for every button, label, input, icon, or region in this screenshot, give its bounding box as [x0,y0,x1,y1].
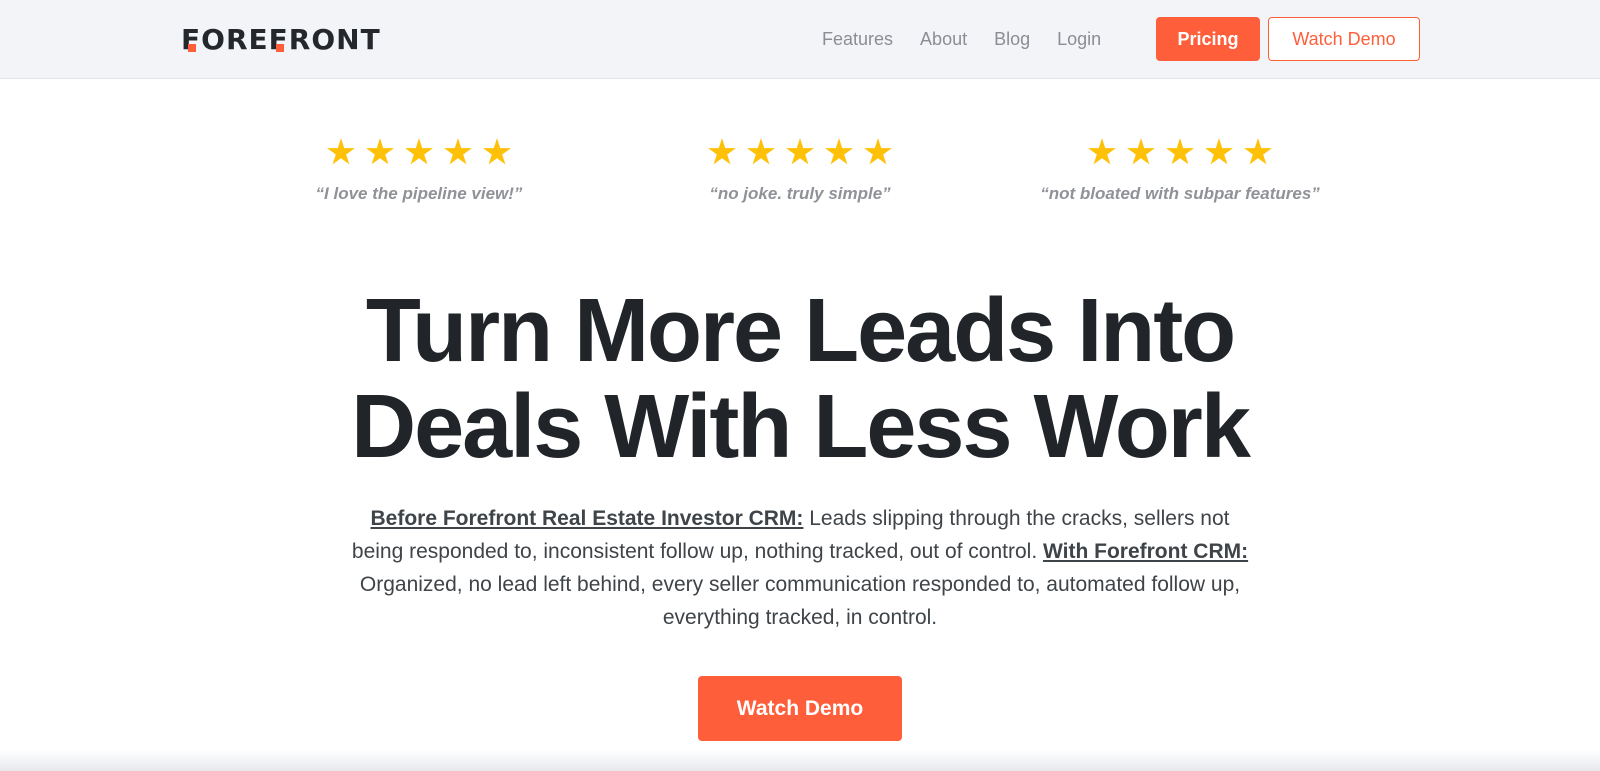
hero-description: Before Forefront Real Estate Investor CR… [350,502,1250,634]
review-card: “no joke. truly simple” [640,138,960,204]
star-icon [708,138,736,165]
nav-link-login[interactable]: Login [1057,27,1101,51]
review-quote: “not bloated with subpar features” [1040,184,1320,203]
nav-links: Features About Blog Login [822,27,1101,51]
star-icon [483,138,511,165]
reviews-strip: “I love the pipeline view!” “no joke. tr… [0,138,1600,218]
review-card: “not bloated with subpar features” [1020,138,1340,204]
nav-watch-demo-button[interactable]: Watch Demo [1268,17,1420,61]
review-quote: “no joke. truly simple” [709,184,891,203]
section-shadow [0,750,1600,771]
nav-link-blog[interactable]: Blog [994,27,1030,51]
nav-link-features[interactable]: Features [822,27,893,51]
star-rating [1020,138,1340,172]
nav-link-about[interactable]: About [920,27,967,51]
headline-line-1: Turn More Leads Into [365,281,1236,381]
headline-line-2: Deals With Less Work [351,377,1251,477]
before-label: Before Forefront Real Estate Investor CR… [370,507,804,530]
star-icon [747,138,775,165]
star-rating [259,138,579,172]
star-icon [327,138,355,165]
top-navbar: F ORE F RONT Features About Blog Login Pric… [0,0,1600,79]
star-icon [1166,138,1194,165]
hero-headline: Turn More Leads Into Deals With Less Wor… [0,283,1600,475]
star-icon [1205,138,1233,165]
review-quote: “I love the pipeline view!” [315,184,523,203]
star-icon [405,138,433,165]
star-icon [366,138,394,165]
star-icon [825,138,853,165]
with-label: With Forefront CRM: [1043,540,1249,563]
star-icon [1127,138,1155,165]
star-icon [786,138,814,165]
star-icon [1088,138,1116,165]
star-icon [1244,138,1272,165]
forefront-logo[interactable]: F ORE F RONT [181,26,381,54]
hero-watch-demo-button[interactable]: Watch Demo [698,676,902,741]
review-card: “I love the pipeline view!” [259,138,579,204]
star-icon [864,138,892,165]
star-icon [444,138,472,165]
with-text: Organized, no lead left behind, every se… [359,573,1241,629]
star-rating [640,138,960,172]
pricing-button[interactable]: Pricing [1156,17,1260,61]
